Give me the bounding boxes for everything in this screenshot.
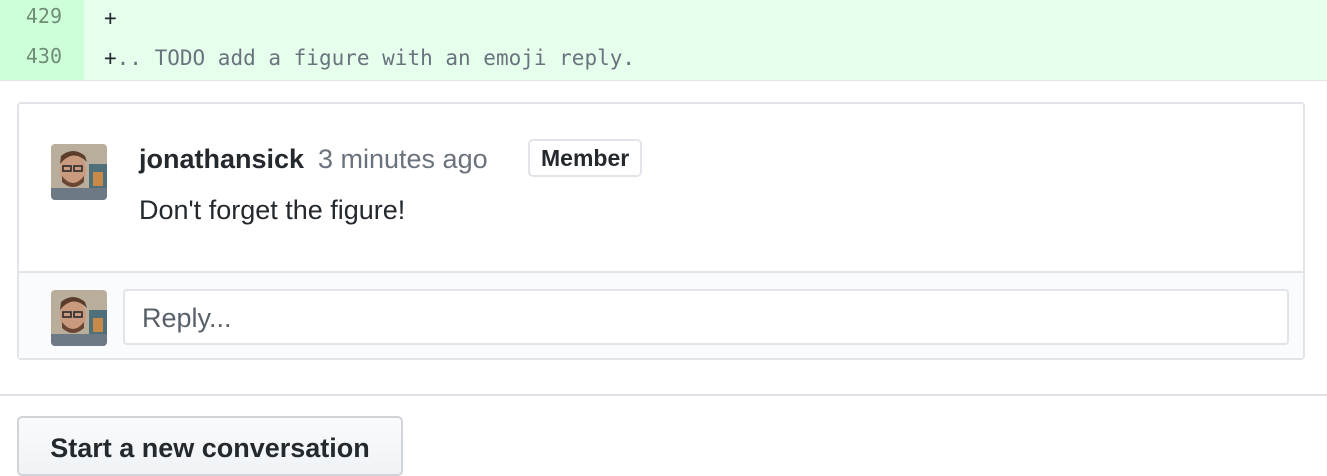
diff-add-marker: + (104, 46, 117, 70)
section-divider (0, 394, 1327, 396)
reply-input[interactable]: Reply... (123, 289, 1289, 345)
line-number[interactable]: 429 (0, 0, 84, 36)
author-association-badge: Member (528, 139, 643, 177)
comment-body: Don't forget the figure! (139, 195, 406, 225)
comment-author[interactable]: jonathansick (139, 144, 304, 175)
diff-divider (0, 80, 1327, 81)
diff-line: 429 + (0, 0, 1327, 36)
review-thread: jonathansick 3 minutes ago Member Don't … (17, 102, 1305, 360)
review-comment: jonathansick 3 minutes ago Member Don't … (19, 104, 1303, 271)
avatar[interactable] (51, 144, 107, 200)
diff-line: 430 +.. TODO add a figure with an emoji … (0, 36, 1327, 81)
comment-timestamp[interactable]: 3 minutes ago (318, 144, 488, 175)
line-text: .. TODO add a figure with an emoji reply… (116, 46, 636, 70)
start-new-conversation-button[interactable]: Start a new conversation (17, 416, 403, 476)
diff-add-marker: + (104, 6, 117, 30)
line-number[interactable]: 430 (0, 36, 84, 81)
diff-view: 429 + 430 +.. TODO add a figure with an … (0, 0, 1327, 81)
avatar[interactable] (51, 290, 107, 346)
line-code: +.. TODO add a figure with an emoji repl… (84, 36, 1327, 81)
reply-form: Reply... (19, 271, 1303, 358)
line-code: + (84, 0, 1327, 36)
